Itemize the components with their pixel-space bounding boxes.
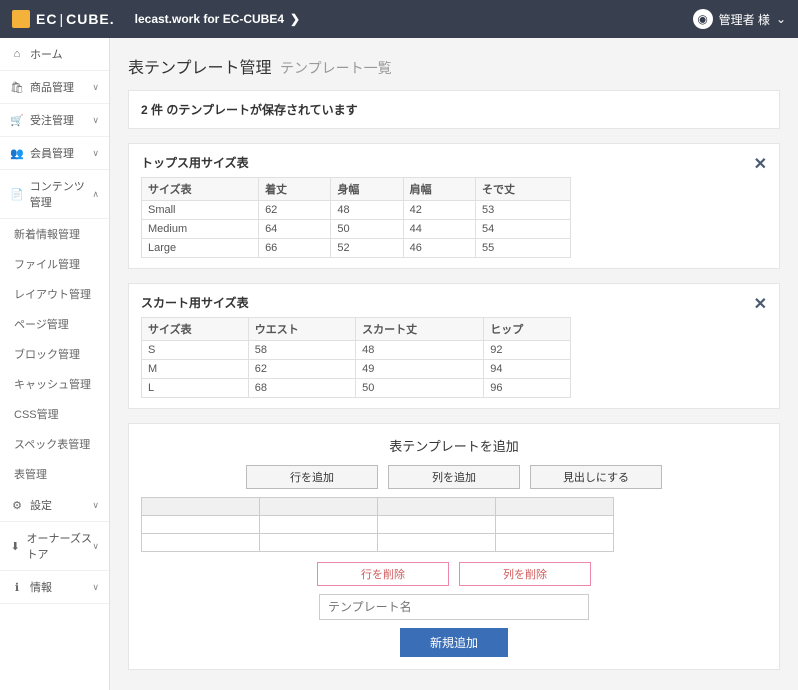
- sidebar-subitem[interactable]: キャッシュ管理: [0, 369, 109, 399]
- sidebar-item[interactable]: 👥会員管理∨: [0, 137, 109, 170]
- delete-row-button[interactable]: 行を削除: [317, 562, 449, 586]
- table-row: Medium64504454: [142, 220, 571, 239]
- sidebar-subitem[interactable]: ページ管理: [0, 309, 109, 339]
- chevron-down-icon: ⌄: [776, 12, 786, 26]
- template-name: スカート用サイズ表: [141, 294, 767, 311]
- sidebar-item[interactable]: ⚙設定∨: [0, 489, 109, 522]
- chevron-icon: ∨: [92, 82, 99, 93]
- sidebar: ⌂ホーム🛍商品管理∨🛒受注管理∨👥会員管理∨📄コンテンツ管理∧ 新着情報管理ファ…: [0, 38, 110, 690]
- data-table: サイズ表ウエストスカート丈ヒップS584892M624994L685096: [141, 317, 571, 398]
- sidebar-item[interactable]: ⌂ホーム: [0, 38, 109, 71]
- sidebar-subitem[interactable]: CSS管理: [0, 399, 109, 429]
- chevron-icon: ∨: [92, 541, 99, 552]
- submit-button[interactable]: 新規追加: [400, 628, 508, 657]
- delete-col-button[interactable]: 列を削除: [459, 562, 591, 586]
- chevron-icon: ∨: [92, 582, 99, 593]
- sidebar-item[interactable]: 🛒受注管理∨: [0, 104, 109, 137]
- table-row: Large66524655: [142, 239, 571, 258]
- add-template-section: 表テンプレートを追加 行を追加 列を追加 見出しにする 行を削除 列を削除 新規…: [128, 423, 780, 670]
- plugin-link[interactable]: lecast.work for EC-CUBE4❯: [135, 12, 300, 26]
- template-name-input[interactable]: [319, 594, 589, 620]
- sidebar-item[interactable]: ⬇オーナーズストア∨: [0, 522, 109, 571]
- add-row-button[interactable]: 行を追加: [246, 465, 378, 489]
- template-name: トップス用サイズ表: [141, 154, 767, 171]
- nav-icon: 🛍: [10, 81, 24, 94]
- chevron-icon: ∨: [92, 115, 99, 126]
- add-title: 表テンプレートを追加: [141, 436, 767, 455]
- app-header: EC|CUBE. lecast.work for EC-CUBE4❯ ◉ 管理者…: [0, 0, 798, 38]
- user-menu[interactable]: ◉ 管理者 様 ⌄: [693, 9, 786, 29]
- main-content: 表テンプレート管理 テンプレート一覧 2 件 のテンプレートが保存されています …: [110, 38, 798, 690]
- chevron-icon: ∨: [92, 148, 99, 159]
- sidebar-subitem[interactable]: レイアウト管理: [0, 279, 109, 309]
- close-icon[interactable]: ✕: [754, 154, 767, 174]
- nav-icon: ℹ: [10, 581, 24, 594]
- sidebar-item[interactable]: 📄コンテンツ管理∧: [0, 170, 109, 219]
- template-card: ✕スカート用サイズ表サイズ表ウエストスカート丈ヒップS584892M624994…: [128, 283, 780, 409]
- logo[interactable]: EC|CUBE.: [12, 10, 115, 28]
- sidebar-subitem[interactable]: 表管理: [0, 459, 109, 489]
- add-col-button[interactable]: 列を追加: [388, 465, 520, 489]
- count-card: 2 件 のテンプレートが保存されています: [128, 90, 780, 129]
- sidebar-subitem[interactable]: ファイル管理: [0, 249, 109, 279]
- chevron-icon: ∧: [92, 189, 99, 200]
- user-icon: ◉: [693, 9, 713, 29]
- page-title: 表テンプレート管理 テンプレート一覧: [128, 38, 780, 90]
- sidebar-item[interactable]: ℹ情報∨: [0, 571, 109, 604]
- table-row: S584892: [142, 341, 571, 360]
- template-grid[interactable]: [141, 497, 767, 552]
- chevron-right-icon: ❯: [290, 12, 300, 26]
- nav-icon: ⚙: [10, 499, 24, 512]
- sidebar-subitem[interactable]: 新着情報管理: [0, 219, 109, 249]
- make-heading-button[interactable]: 見出しにする: [530, 465, 662, 489]
- nav-icon: 🛒: [10, 114, 24, 127]
- cube-icon: [12, 10, 30, 28]
- table-row: M624994: [142, 360, 571, 379]
- nav-icon: 📄: [10, 188, 24, 201]
- sidebar-item[interactable]: 🛍商品管理∨: [0, 71, 109, 104]
- chevron-icon: ∨: [92, 500, 99, 511]
- nav-icon: ⬇: [10, 540, 21, 553]
- nav-icon: 👥: [10, 147, 24, 160]
- nav-icon: ⌂: [10, 48, 24, 60]
- table-row: Small62484253: [142, 201, 571, 220]
- table-row: L685096: [142, 379, 571, 398]
- template-card: ✕トップス用サイズ表サイズ表着丈身幅肩幅そで丈Small62484253Medi…: [128, 143, 780, 269]
- sidebar-subitem[interactable]: スペック表管理: [0, 429, 109, 459]
- data-table: サイズ表着丈身幅肩幅そで丈Small62484253Medium64504454…: [141, 177, 571, 258]
- close-icon[interactable]: ✕: [754, 294, 767, 314]
- sidebar-subitem[interactable]: ブロック管理: [0, 339, 109, 369]
